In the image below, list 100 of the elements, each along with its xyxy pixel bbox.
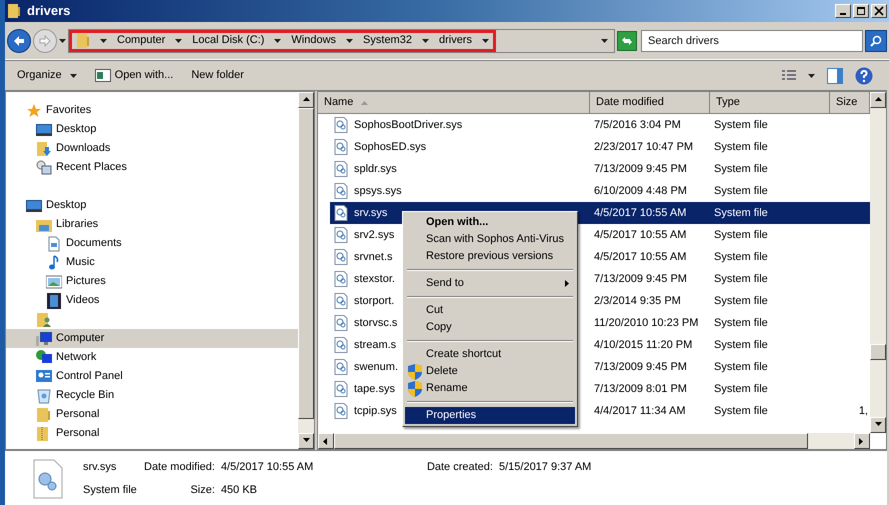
breadcrumb[interactable]: Windows <box>291 32 336 49</box>
minimize-button[interactable] <box>835 4 851 18</box>
file-name[interactable]: srv.sys <box>354 204 388 222</box>
nav-item[interactable]: Downloads <box>6 139 298 158</box>
file-type: System file <box>713 140 769 155</box>
back-button[interactable] <box>7 28 31 52</box>
nav-label: Libraries <box>56 217 98 232</box>
folder-icon <box>36 406 52 422</box>
file-type: System file <box>713 162 769 177</box>
organize-button[interactable]: Organize <box>17 67 77 84</box>
nav-item[interactable]: Computer <box>6 329 298 348</box>
nav-item[interactable]: Personal <box>6 405 298 424</box>
caret-icon <box>175 38 182 42</box>
file-type: System file <box>713 228 769 243</box>
nav-item[interactable]: Favorites <box>6 101 298 120</box>
nav-item[interactable]: Music <box>6 253 298 272</box>
menu-item[interactable]: Rename <box>405 380 575 397</box>
menu-item[interactable]: Properties <box>405 407 575 424</box>
search-field[interactable]: Search drivers <box>641 30 863 52</box>
file-name[interactable]: spldr.sys <box>354 160 397 178</box>
caret-icon <box>70 74 77 78</box>
menu-item[interactable]: Restore previous versions <box>405 248 575 265</box>
help-icon[interactable] <box>855 66 873 84</box>
nav-item[interactable]: Network <box>6 348 298 367</box>
file-name[interactable]: spsys.sys <box>354 182 402 200</box>
menu-item[interactable]: Scan with Sophos Anti-Virus <box>405 231 575 248</box>
menu-item[interactable]: Send to <box>405 275 575 292</box>
file-name[interactable]: tcpip.sys <box>354 402 397 420</box>
star-icon <box>26 102 42 118</box>
field-label: Size: <box>189 482 215 498</box>
file-name[interactable]: SophosED.sys <box>354 138 426 156</box>
file-name[interactable]: SophosBootDriver.sys <box>354 116 462 134</box>
nav-item[interactable]: Desktop <box>6 120 298 139</box>
maximize-icon <box>856 6 866 16</box>
date-modified: 4/5/2017 10:55 AM <box>593 228 688 243</box>
address-bar[interactable]: Computer Local Disk (C:) Windows System32 drivers <box>68 28 615 52</box>
system-file-icon <box>334 315 348 331</box>
nav-label: Control Panel <box>56 369 123 384</box>
date-modified: 7/13/2009 9:45 PM <box>593 360 688 375</box>
submenu-arrow-icon <box>565 280 569 287</box>
scroll-down-button[interactable] <box>870 417 886 433</box>
preview-pane-icon[interactable] <box>827 68 843 84</box>
breadcrumb[interactable]: Computer <box>117 32 166 49</box>
nav-item[interactable]: Recycle Bin <box>6 386 298 405</box>
breadcrumb[interactable]: System32 <box>363 32 412 49</box>
close-icon <box>874 6 884 16</box>
scroll-left-button[interactable] <box>318 433 334 449</box>
column-header[interactable]: Date modified <box>590 92 710 113</box>
history-caret-icon <box>59 38 66 42</box>
maximize-button[interactable] <box>853 4 869 18</box>
menu-item[interactable]: Create shortcut <box>405 346 575 363</box>
menu-item[interactable]: Copy <box>405 319 575 336</box>
field-label: Date created: <box>426 460 493 475</box>
date-modified: 4/5/2017 10:55 AM <box>593 250 688 265</box>
nav-item[interactable]: Recent Places <box>6 158 298 177</box>
control-panel-icon <box>36 368 52 384</box>
column-header[interactable]: Name <box>318 92 590 113</box>
scrollbar[interactable] <box>870 92 886 433</box>
scroll-up-button[interactable] <box>298 92 314 108</box>
nav-item[interactable]: Documents <box>6 234 298 253</box>
nav-item[interactable]: Libraries <box>6 215 298 234</box>
file-name[interactable]: storvsc.s <box>354 314 398 332</box>
breadcrumb[interactable]: drivers <box>438 32 472 49</box>
file-type: System file <box>713 338 769 353</box>
view-list-icon[interactable] <box>782 70 796 82</box>
nav-label: Pictures <box>66 274 106 290</box>
nav-item[interactable]: Control Panel <box>6 367 298 386</box>
nav-item[interactable]: Personal <box>6 424 298 443</box>
nav-item[interactable]: Pictures <box>6 272 298 291</box>
column-header[interactable]: Type <box>710 92 830 113</box>
folder-icon <box>76 32 90 48</box>
file-name[interactable]: swenum. <box>354 358 398 376</box>
nav-item[interactable]: Desktop <box>6 196 298 215</box>
scroll-down-button[interactable] <box>298 433 314 449</box>
nav-label: Documents <box>66 236 122 252</box>
scroll-up-button[interactable] <box>870 92 886 108</box>
date-modified: 7/13/2009 9:45 PM <box>593 162 688 177</box>
scroll-right-button[interactable] <box>854 433 870 449</box>
scroll-thumb[interactable] <box>870 344 886 360</box>
system-file-icon <box>334 271 348 287</box>
date-modified: 2/23/2017 10:47 PM <box>593 140 694 155</box>
file-name[interactable]: storport. <box>354 292 394 310</box>
file-name[interactable]: tape.sys <box>354 380 395 398</box>
menu-item[interactable]: Delete <box>405 363 575 380</box>
refresh-button[interactable] <box>617 30 637 50</box>
close-button[interactable] <box>871 4 887 18</box>
file-name[interactable]: stream.s <box>354 336 396 354</box>
nav-item[interactable]: Videos <box>6 291 298 310</box>
system-file-icon <box>334 161 348 177</box>
search-button[interactable] <box>865 30 887 52</box>
file-name[interactable]: srv2.sys <box>354 226 394 244</box>
new-folder-button[interactable]: New folder <box>191 67 244 84</box>
menu-item[interactable]: Cut <box>405 302 575 319</box>
breadcrumb[interactable]: Local Disk (C:) <box>192 32 264 49</box>
shield-icon <box>408 364 422 380</box>
open-with-button[interactable]: Open with... <box>94 67 174 84</box>
field-value: 5/15/2017 9:37 AM <box>498 460 592 475</box>
window-icon <box>94 69 111 82</box>
file-name[interactable]: stexstor. <box>354 270 395 288</box>
file-name[interactable]: srvnet.s <box>354 248 393 266</box>
